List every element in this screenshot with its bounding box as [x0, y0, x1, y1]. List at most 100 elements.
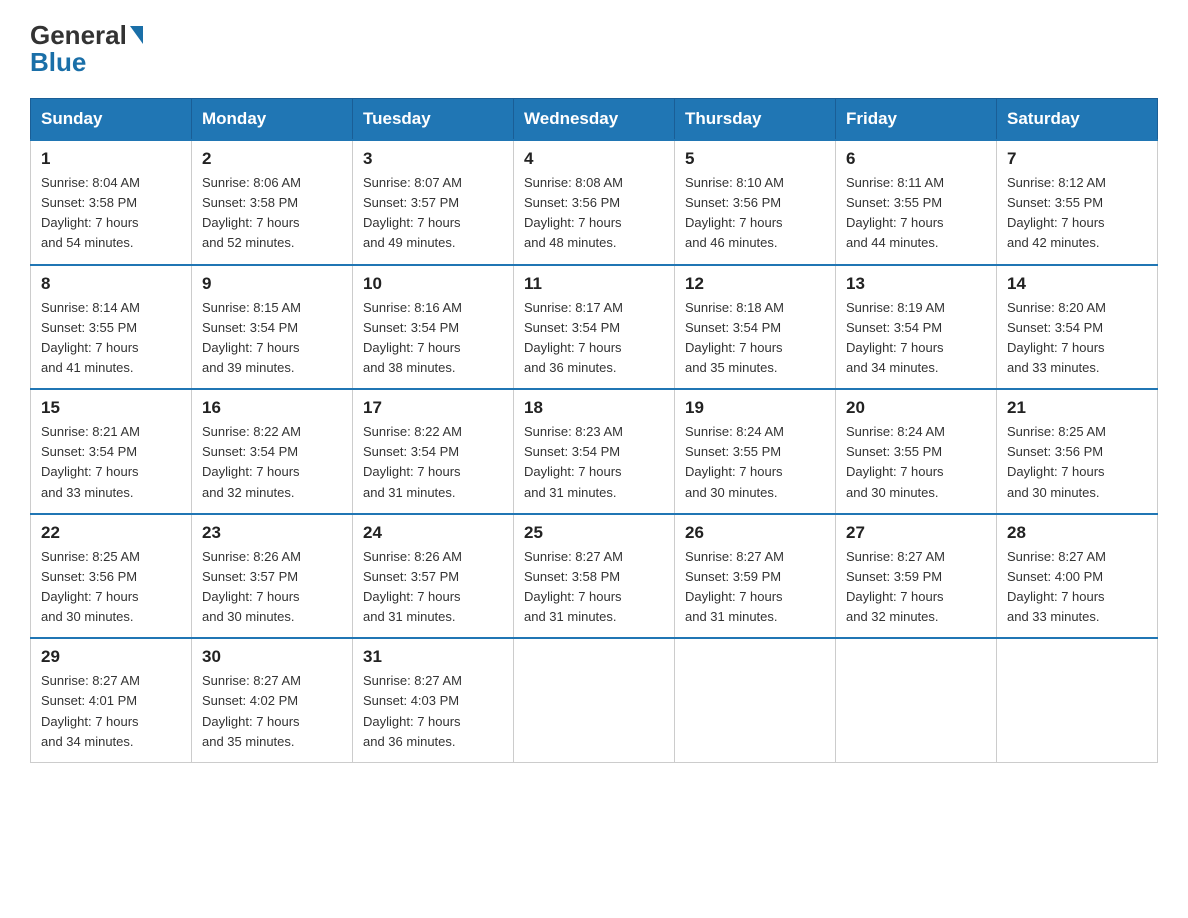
logo-blue-text: Blue: [30, 47, 86, 78]
day-info: Sunrise: 8:19 AMSunset: 3:54 PMDaylight:…: [846, 298, 986, 379]
day-number: 26: [685, 523, 825, 543]
week-row-4: 22 Sunrise: 8:25 AMSunset: 3:56 PMDaylig…: [31, 514, 1158, 639]
day-info: Sunrise: 8:12 AMSunset: 3:55 PMDaylight:…: [1007, 173, 1147, 254]
day-info: Sunrise: 8:24 AMSunset: 3:55 PMDaylight:…: [846, 422, 986, 503]
day-info: Sunrise: 8:20 AMSunset: 3:54 PMDaylight:…: [1007, 298, 1147, 379]
weekday-header-friday: Friday: [836, 99, 997, 141]
day-info: Sunrise: 8:07 AMSunset: 3:57 PMDaylight:…: [363, 173, 503, 254]
weekday-header-wednesday: Wednesday: [514, 99, 675, 141]
day-number: 18: [524, 398, 664, 418]
day-number: 10: [363, 274, 503, 294]
calendar-cell: 18 Sunrise: 8:23 AMSunset: 3:54 PMDaylig…: [514, 389, 675, 514]
calendar-cell: 9 Sunrise: 8:15 AMSunset: 3:54 PMDayligh…: [192, 265, 353, 390]
day-number: 13: [846, 274, 986, 294]
day-number: 31: [363, 647, 503, 667]
day-number: 22: [41, 523, 181, 543]
day-info: Sunrise: 8:22 AMSunset: 3:54 PMDaylight:…: [363, 422, 503, 503]
day-number: 19: [685, 398, 825, 418]
calendar-cell: 21 Sunrise: 8:25 AMSunset: 3:56 PMDaylig…: [997, 389, 1158, 514]
week-row-1: 1 Sunrise: 8:04 AMSunset: 3:58 PMDayligh…: [31, 140, 1158, 265]
day-number: 9: [202, 274, 342, 294]
calendar-cell: 11 Sunrise: 8:17 AMSunset: 3:54 PMDaylig…: [514, 265, 675, 390]
day-info: Sunrise: 8:27 AMSunset: 4:03 PMDaylight:…: [363, 671, 503, 752]
day-info: Sunrise: 8:17 AMSunset: 3:54 PMDaylight:…: [524, 298, 664, 379]
calendar-cell: 1 Sunrise: 8:04 AMSunset: 3:58 PMDayligh…: [31, 140, 192, 265]
calendar-cell: 6 Sunrise: 8:11 AMSunset: 3:55 PMDayligh…: [836, 140, 997, 265]
calendar-table: SundayMondayTuesdayWednesdayThursdayFrid…: [30, 98, 1158, 763]
calendar-cell: 19 Sunrise: 8:24 AMSunset: 3:55 PMDaylig…: [675, 389, 836, 514]
day-info: Sunrise: 8:27 AMSunset: 4:02 PMDaylight:…: [202, 671, 342, 752]
day-info: Sunrise: 8:27 AMSunset: 3:59 PMDaylight:…: [846, 547, 986, 628]
day-number: 29: [41, 647, 181, 667]
day-number: 21: [1007, 398, 1147, 418]
weekday-header-sunday: Sunday: [31, 99, 192, 141]
day-number: 15: [41, 398, 181, 418]
week-row-5: 29 Sunrise: 8:27 AMSunset: 4:01 PMDaylig…: [31, 638, 1158, 762]
calendar-cell: 17 Sunrise: 8:22 AMSunset: 3:54 PMDaylig…: [353, 389, 514, 514]
day-info: Sunrise: 8:27 AMSunset: 4:01 PMDaylight:…: [41, 671, 181, 752]
calendar-cell: 28 Sunrise: 8:27 AMSunset: 4:00 PMDaylig…: [997, 514, 1158, 639]
day-info: Sunrise: 8:06 AMSunset: 3:58 PMDaylight:…: [202, 173, 342, 254]
day-number: 5: [685, 149, 825, 169]
calendar-cell: 27 Sunrise: 8:27 AMSunset: 3:59 PMDaylig…: [836, 514, 997, 639]
calendar-cell: 16 Sunrise: 8:22 AMSunset: 3:54 PMDaylig…: [192, 389, 353, 514]
week-row-2: 8 Sunrise: 8:14 AMSunset: 3:55 PMDayligh…: [31, 265, 1158, 390]
calendar-cell: 2 Sunrise: 8:06 AMSunset: 3:58 PMDayligh…: [192, 140, 353, 265]
day-info: Sunrise: 8:24 AMSunset: 3:55 PMDaylight:…: [685, 422, 825, 503]
calendar-cell: 25 Sunrise: 8:27 AMSunset: 3:58 PMDaylig…: [514, 514, 675, 639]
day-number: 30: [202, 647, 342, 667]
day-info: Sunrise: 8:27 AMSunset: 3:59 PMDaylight:…: [685, 547, 825, 628]
logo-triangle-icon: [130, 26, 143, 44]
day-info: Sunrise: 8:25 AMSunset: 3:56 PMDaylight:…: [1007, 422, 1147, 503]
day-info: Sunrise: 8:18 AMSunset: 3:54 PMDaylight:…: [685, 298, 825, 379]
calendar-cell: 24 Sunrise: 8:26 AMSunset: 3:57 PMDaylig…: [353, 514, 514, 639]
calendar-cell: 23 Sunrise: 8:26 AMSunset: 3:57 PMDaylig…: [192, 514, 353, 639]
day-info: Sunrise: 8:14 AMSunset: 3:55 PMDaylight:…: [41, 298, 181, 379]
day-number: 3: [363, 149, 503, 169]
day-info: Sunrise: 8:26 AMSunset: 3:57 PMDaylight:…: [363, 547, 503, 628]
day-number: 2: [202, 149, 342, 169]
day-number: 23: [202, 523, 342, 543]
weekday-header-thursday: Thursday: [675, 99, 836, 141]
day-info: Sunrise: 8:04 AMSunset: 3:58 PMDaylight:…: [41, 173, 181, 254]
day-number: 8: [41, 274, 181, 294]
calendar-cell: 31 Sunrise: 8:27 AMSunset: 4:03 PMDaylig…: [353, 638, 514, 762]
weekday-header-monday: Monday: [192, 99, 353, 141]
day-info: Sunrise: 8:27 AMSunset: 3:58 PMDaylight:…: [524, 547, 664, 628]
page-header: General Blue: [30, 20, 1158, 78]
calendar-cell: 30 Sunrise: 8:27 AMSunset: 4:02 PMDaylig…: [192, 638, 353, 762]
calendar-cell: [514, 638, 675, 762]
calendar-cell: 15 Sunrise: 8:21 AMSunset: 3:54 PMDaylig…: [31, 389, 192, 514]
calendar-cell: 12 Sunrise: 8:18 AMSunset: 3:54 PMDaylig…: [675, 265, 836, 390]
day-number: 20: [846, 398, 986, 418]
day-info: Sunrise: 8:26 AMSunset: 3:57 PMDaylight:…: [202, 547, 342, 628]
day-number: 17: [363, 398, 503, 418]
day-info: Sunrise: 8:16 AMSunset: 3:54 PMDaylight:…: [363, 298, 503, 379]
day-number: 12: [685, 274, 825, 294]
calendar-cell: [997, 638, 1158, 762]
calendar-cell: 8 Sunrise: 8:14 AMSunset: 3:55 PMDayligh…: [31, 265, 192, 390]
weekday-header-tuesday: Tuesday: [353, 99, 514, 141]
calendar-cell: [675, 638, 836, 762]
day-number: 16: [202, 398, 342, 418]
day-number: 28: [1007, 523, 1147, 543]
day-info: Sunrise: 8:23 AMSunset: 3:54 PMDaylight:…: [524, 422, 664, 503]
logo: General Blue: [30, 20, 143, 78]
day-number: 14: [1007, 274, 1147, 294]
calendar-header-row: SundayMondayTuesdayWednesdayThursdayFrid…: [31, 99, 1158, 141]
calendar-cell: 10 Sunrise: 8:16 AMSunset: 3:54 PMDaylig…: [353, 265, 514, 390]
calendar-cell: 5 Sunrise: 8:10 AMSunset: 3:56 PMDayligh…: [675, 140, 836, 265]
calendar-cell: 13 Sunrise: 8:19 AMSunset: 3:54 PMDaylig…: [836, 265, 997, 390]
day-number: 7: [1007, 149, 1147, 169]
day-number: 27: [846, 523, 986, 543]
calendar-cell: 14 Sunrise: 8:20 AMSunset: 3:54 PMDaylig…: [997, 265, 1158, 390]
day-number: 4: [524, 149, 664, 169]
day-info: Sunrise: 8:25 AMSunset: 3:56 PMDaylight:…: [41, 547, 181, 628]
week-row-3: 15 Sunrise: 8:21 AMSunset: 3:54 PMDaylig…: [31, 389, 1158, 514]
day-number: 11: [524, 274, 664, 294]
calendar-cell: 22 Sunrise: 8:25 AMSunset: 3:56 PMDaylig…: [31, 514, 192, 639]
day-info: Sunrise: 8:11 AMSunset: 3:55 PMDaylight:…: [846, 173, 986, 254]
calendar-cell: [836, 638, 997, 762]
day-info: Sunrise: 8:27 AMSunset: 4:00 PMDaylight:…: [1007, 547, 1147, 628]
day-number: 1: [41, 149, 181, 169]
